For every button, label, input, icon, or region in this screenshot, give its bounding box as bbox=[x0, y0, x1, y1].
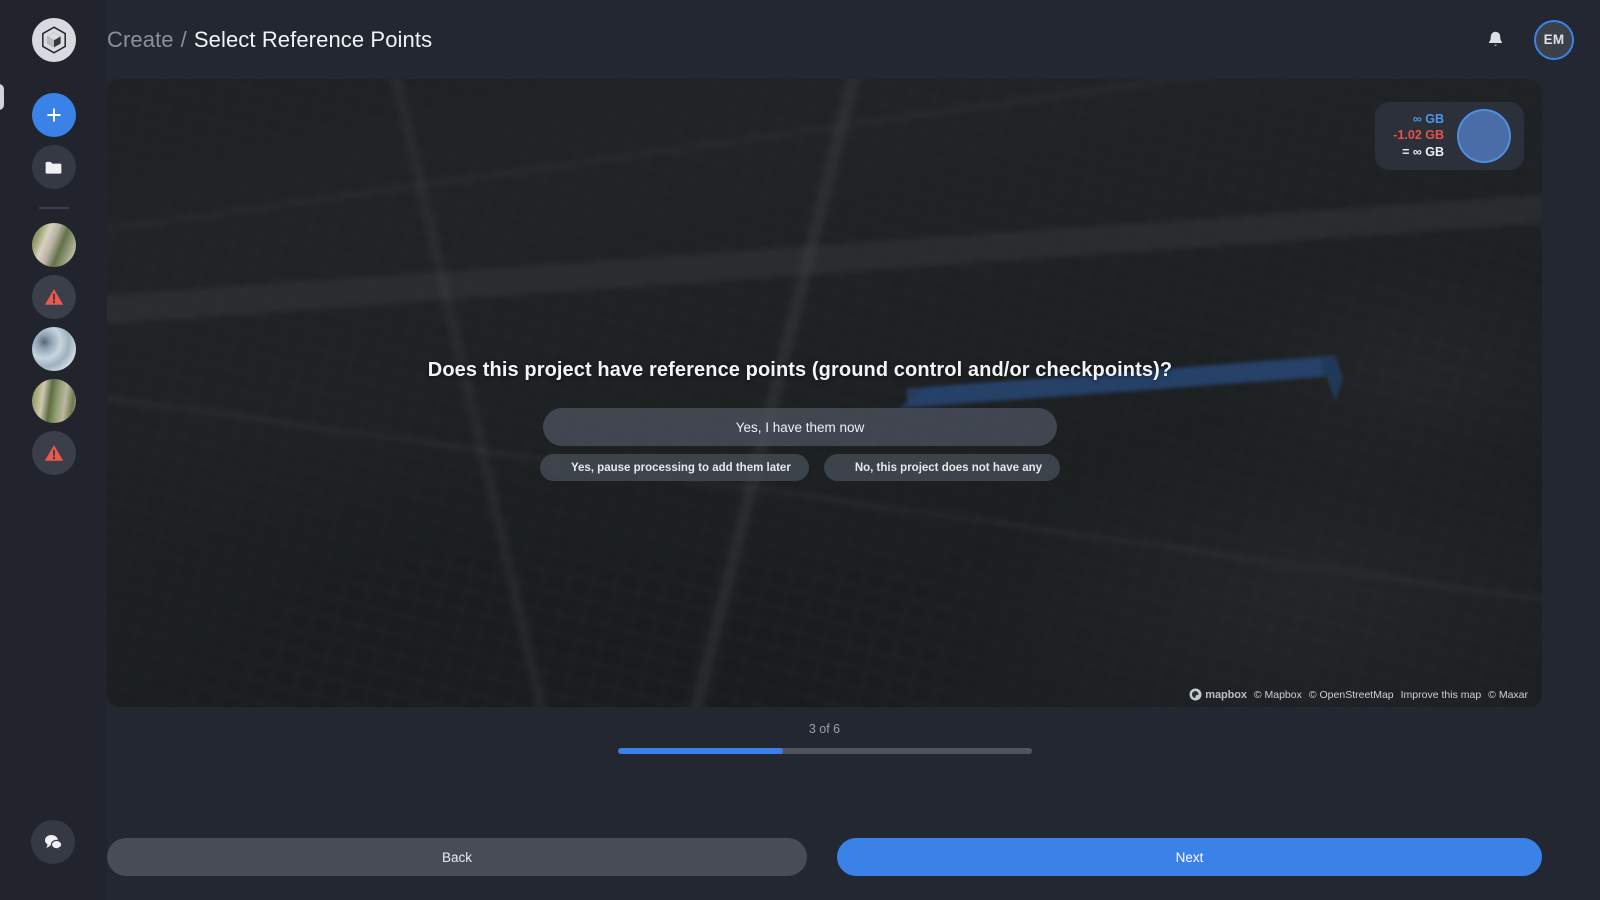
back-button[interactable]: Back bbox=[107, 838, 807, 876]
progress-bar-fill bbox=[617, 748, 784, 754]
progress-bar[interactable] bbox=[617, 748, 1032, 754]
sidebar-edge-indicator bbox=[0, 84, 4, 110]
attribution-mapbox[interactable]: © Mapbox bbox=[1254, 689, 1302, 701]
radio-dot-icon bbox=[832, 461, 846, 474]
mapbox-mark-icon bbox=[1189, 688, 1202, 701]
breadcrumb-separator: / bbox=[180, 26, 187, 52]
next-button[interactable]: Next bbox=[837, 838, 1542, 876]
reference-points-prompt: Does this project have reference points … bbox=[370, 359, 1230, 481]
wizard-progress: 3 of 6 bbox=[107, 722, 1542, 754]
storage-donut-chart bbox=[1457, 109, 1511, 163]
project-thumbnail-3[interactable] bbox=[31, 379, 76, 423]
attribution-improve-this-map[interactable]: Improve this map bbox=[1401, 689, 1482, 701]
storage-figures: ∞ GB -1.02 GB = ∞ GB bbox=[1393, 112, 1444, 160]
prompt-question: Does this project have reference points … bbox=[427, 359, 1173, 381]
project-warning-1[interactable] bbox=[31, 275, 76, 319]
sidebar-divider bbox=[38, 207, 69, 209]
new-project-button[interactable] bbox=[31, 93, 76, 137]
attribution-maxar[interactable]: © Maxar bbox=[1488, 689, 1528, 701]
top-header: Create / Select Reference Points EM bbox=[107, 0, 1600, 79]
wizard-footer: Back Next bbox=[107, 814, 1600, 900]
projects-folder-button[interactable] bbox=[31, 145, 76, 189]
bell-icon bbox=[1488, 31, 1503, 46]
map-attribution: mapbox © Mapbox © OpenStreetMap Improve … bbox=[1189, 688, 1528, 701]
storage-used-value: -1.02 GB bbox=[1393, 128, 1444, 143]
progress-step-label: 3 of 6 bbox=[808, 722, 841, 736]
storage-remaining-value: = ∞ GB bbox=[1402, 144, 1444, 159]
attribution-openstreetmap[interactable]: © OpenStreetMap bbox=[1309, 689, 1394, 701]
mapbox-wordmark: mapbox bbox=[1205, 688, 1247, 701]
project-thumbnail-1[interactable] bbox=[31, 223, 76, 267]
warning-triangle-icon bbox=[44, 289, 63, 305]
plus-icon bbox=[46, 108, 61, 122]
option-yes-have-now[interactable]: Yes, I have them now bbox=[543, 408, 1057, 446]
header-actions: EM bbox=[1485, 19, 1574, 60]
storage-total-value: ∞ GB bbox=[1412, 112, 1444, 127]
storage-widget[interactable]: ∞ GB -1.02 GB = ∞ GB bbox=[1375, 102, 1524, 170]
warning-triangle-icon bbox=[44, 445, 63, 461]
app-logo[interactable] bbox=[31, 18, 76, 62]
breadcrumb-parent[interactable]: Create bbox=[107, 27, 174, 53]
notifications-button[interactable] bbox=[1485, 29, 1506, 50]
page-title: Select Reference Points bbox=[193, 26, 433, 52]
support-chat-button[interactable] bbox=[31, 820, 75, 864]
breadcrumb: Create / Select Reference Points bbox=[107, 27, 432, 53]
option-pause-label: Yes, pause processing to add them later bbox=[570, 461, 791, 474]
option-no-reference-points[interactable]: No, this project does not have any bbox=[823, 454, 1061, 481]
option-no-label: No, this project does not have any bbox=[854, 461, 1043, 474]
project-thumbnail-2[interactable] bbox=[31, 327, 76, 371]
mapbox-logo[interactable]: mapbox bbox=[1189, 688, 1247, 701]
left-sidebar bbox=[0, 0, 107, 900]
user-avatar[interactable]: EM bbox=[1534, 19, 1574, 60]
secondary-options-row: Yes, pause processing to add them later … bbox=[539, 454, 1061, 481]
cube-polygon-logo-icon bbox=[37, 24, 70, 56]
option-pause-to-add-later[interactable]: Yes, pause processing to add them later bbox=[539, 454, 809, 481]
chat-bubbles-icon bbox=[45, 835, 63, 853]
radio-dot-icon bbox=[548, 461, 562, 474]
folder-icon bbox=[45, 161, 62, 174]
project-warning-2[interactable] bbox=[31, 431, 76, 475]
